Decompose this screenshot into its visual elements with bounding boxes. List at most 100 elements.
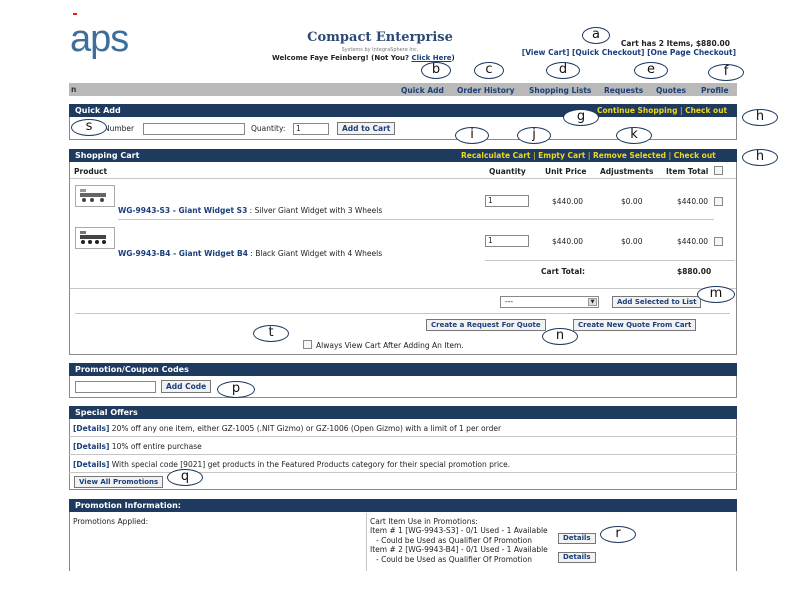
welcome-end: ) xyxy=(451,54,455,62)
widget-image-icon xyxy=(80,231,106,244)
cart-item-2-desc: : Black Giant Widget with 4 Wheels xyxy=(247,249,383,258)
promo-codes-title: Promotion/Coupon Codes xyxy=(75,365,189,374)
callout-h: h xyxy=(742,149,778,166)
remove-selected-link[interactable]: Remove Selected xyxy=(593,151,666,160)
offer-text: 10% off entire purchase xyxy=(109,442,202,451)
promotions-applied-label: Promotions Applied: xyxy=(73,517,149,526)
callout-q: q xyxy=(167,469,203,486)
promo-info-title: Promotion Information: xyxy=(75,501,181,510)
nav-quick-add[interactable]: Quick Add xyxy=(401,86,444,95)
offer-row: [Details] 10% off entire purchase xyxy=(69,438,737,455)
offer-details-link[interactable]: [Details] xyxy=(73,442,109,451)
promo-code-input[interactable] xyxy=(75,381,156,393)
callout-i: i xyxy=(455,127,489,144)
request-quote-button[interactable]: Create a Request For Quote xyxy=(426,319,546,331)
quick-add-checkout-link[interactable]: Check out xyxy=(685,106,727,115)
offer-details-link[interactable]: [Details] xyxy=(73,460,109,469)
nav-quotes[interactable]: Quotes xyxy=(656,86,686,95)
offer-row: [Details] 20% off any one item, either G… xyxy=(69,420,737,437)
offer-text: 20% off any one item, either GZ-1005 (.N… xyxy=(109,424,502,433)
cart-item-2-unit-price: $440.00 xyxy=(552,237,584,246)
view-cart-link[interactable]: [View Cart] xyxy=(522,48,570,57)
cart-item-1-quantity-input[interactable]: 1 xyxy=(485,195,529,207)
promo-usage-line: Item # 1 [WG-9943-S3] - 0/1 Used - 1 Ava… xyxy=(370,526,548,535)
callout-b: b xyxy=(421,62,451,79)
divider xyxy=(70,178,736,179)
item-number-input[interactable] xyxy=(143,123,245,135)
welcome-message: Welcome Faye Feinberg! (Not You? Click H… xyxy=(272,54,455,62)
nav-order-history[interactable]: Order History xyxy=(457,86,514,95)
promo-codes-header: Promotion/Coupon Codes xyxy=(69,363,737,376)
cart-item-1-adjustments: $0.00 xyxy=(621,197,643,206)
add-to-cart-button[interactable]: Add to Cart xyxy=(337,122,396,135)
welcome-text: Welcome Faye Feinberg! (Not You? xyxy=(272,54,412,62)
promo-usage-line: - Could be Used as Qualifier Of Promotio… xyxy=(376,536,533,545)
callout-r: r xyxy=(600,526,636,543)
product-thumbnail[interactable] xyxy=(75,227,115,249)
col-unit-price: Unit Price xyxy=(545,167,587,176)
empty-cart-link[interactable]: Empty Cart xyxy=(538,151,585,160)
offer-text: With special code [9021] get products in… xyxy=(109,460,511,469)
cart-item-1-checkbox[interactable] xyxy=(714,197,723,206)
callout-g: g xyxy=(563,109,599,126)
divider xyxy=(485,260,735,261)
quick-add-quantity-input[interactable]: 1 xyxy=(293,123,329,135)
nav-requests[interactable]: Requests xyxy=(604,86,643,95)
promo-info-header: Promotion Information: xyxy=(69,499,737,512)
callout-a: a xyxy=(582,27,610,44)
nav-shopping-lists[interactable]: Shopping Lists xyxy=(529,86,591,95)
cart-item-2: WG-9943-B4 - Giant Widget B4 : Black Gia… xyxy=(118,249,382,258)
shopping-list-select[interactable]: --- ▼ xyxy=(500,296,599,308)
promo-usage-line: - Could be Used as Qualifier Of Promotio… xyxy=(376,555,533,564)
cart-item-1-link[interactable]: WG-9943-S3 - Giant Widget S3 xyxy=(118,206,247,215)
quantity-label: Quantity: xyxy=(251,124,286,133)
nav-profile[interactable]: Profile xyxy=(701,86,729,95)
cart-item-1-unit-price: $440.00 xyxy=(552,197,584,206)
view-all-promotions-button[interactable]: View All Promotions xyxy=(74,476,164,488)
cart-summary: Cart has 2 Items, $880.00 xyxy=(620,39,730,48)
not-you-link[interactable]: Click Here xyxy=(412,54,452,62)
col-quantity: Quantity xyxy=(489,167,526,176)
quick-add-title: Quick Add xyxy=(75,106,121,115)
callout-e: e xyxy=(634,62,668,79)
callout-n: n xyxy=(542,328,578,345)
promo-details-button[interactable]: Details xyxy=(558,533,596,544)
cart-item-1-total: $440.00 xyxy=(677,197,709,206)
promo-details-button[interactable]: Details xyxy=(558,552,596,563)
cart-checkout-link[interactable]: Check out xyxy=(674,151,716,160)
cart-links: [View Cart] [Quick Checkout] [One Page C… xyxy=(514,48,736,57)
cart-item-1-desc: : Silver Giant Widget with 3 Wheels xyxy=(247,206,383,215)
product-thumbnail[interactable] xyxy=(75,185,115,207)
chevron-down-icon: ▼ xyxy=(588,298,597,306)
add-code-button[interactable]: Add Code xyxy=(161,380,212,393)
widget-image-icon xyxy=(80,189,106,202)
callout-f: f xyxy=(708,64,744,81)
one-page-checkout-link[interactable]: [One Page Checkout] xyxy=(647,48,736,57)
cart-item-2-link[interactable]: WG-9943-B4 - Giant Widget B4 xyxy=(118,249,248,258)
special-offers-header: Special Offers xyxy=(69,406,737,419)
always-view-cart-checkbox[interactable] xyxy=(303,340,312,349)
cart-item-1: WG-9943-S3 - Giant Widget S3 : Silver Gi… xyxy=(118,206,382,215)
quick-add-bar-links: Continue Shopping | Check out xyxy=(597,106,728,115)
cart-item-2-adjustments: $0.00 xyxy=(621,237,643,246)
callout-h: h xyxy=(742,109,778,126)
callout-p: p xyxy=(217,381,255,398)
company-subtitle: Systems by IntegraSphere Inc. xyxy=(341,47,419,53)
cart-item-2-checkbox[interactable] xyxy=(714,237,723,246)
cart-bar-links: Recalculate Cart | Empty Cart | Remove S… xyxy=(461,151,716,160)
callout-d: d xyxy=(546,62,580,79)
special-offers-title: Special Offers xyxy=(75,408,138,417)
callout-k: k xyxy=(616,127,652,144)
new-quote-from-cart-button[interactable]: Create New Quote From Cart xyxy=(573,319,697,331)
add-selected-to-list-button[interactable]: Add Selected to List xyxy=(612,296,702,308)
offer-details-link[interactable]: [Details] xyxy=(73,424,109,433)
cart-item-use-heading: Cart Item Use in Promotions: xyxy=(370,517,478,526)
col-product: Product xyxy=(74,167,108,176)
cart-item-2-quantity-input[interactable]: 1 xyxy=(485,235,529,247)
recalculate-cart-link[interactable]: Recalculate Cart xyxy=(461,151,531,160)
quick-checkout-link[interactable]: [Quick Checkout] xyxy=(572,48,644,57)
select-all-checkbox[interactable] xyxy=(714,166,723,175)
nav-left-fragment: n xyxy=(71,85,77,94)
logo: aps xyxy=(70,18,129,60)
continue-shopping-link[interactable]: Continue Shopping xyxy=(597,106,677,115)
